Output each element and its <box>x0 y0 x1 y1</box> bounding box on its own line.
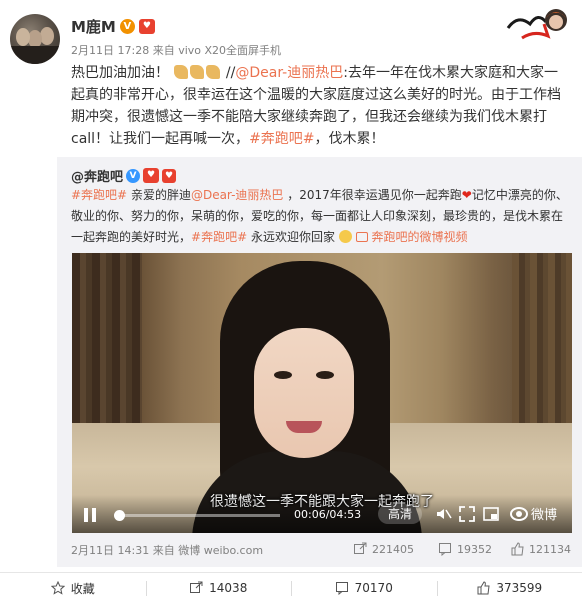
video-player[interactable]: 很遗憾这一季不能跟大家一起奔跑了 00:06/04:53 高清 <box>72 253 572 533</box>
fullscreen-icon[interactable] <box>458 505 476 523</box>
repost-count: 14038 <box>209 581 248 595</box>
verified-badge-icon[interactable]: V <box>119 19 135 34</box>
repost-text-4: 永远欢迎你回家 <box>247 230 335 244</box>
quality-button[interactable]: 高清 <box>378 504 422 524</box>
like-icon <box>477 581 490 595</box>
video-link-icon <box>355 232 368 242</box>
repost-text: #奔跑吧# 亲爱的胖迪@Dear-迪丽热巴 ，2017年很幸运遇见你一起奔跑❤记… <box>71 185 571 248</box>
like-icon <box>511 542 524 556</box>
repost-source-prefix: 来自 <box>152 544 175 557</box>
video-person-eye <box>316 371 334 379</box>
repost-author-row: @奔跑吧 V ♥ ♥ <box>71 166 177 185</box>
share-icon <box>190 581 203 593</box>
repost-meta: 2月11日 14:31 来自 微博 weibo.com <box>71 542 571 558</box>
repost-hashtag-link[interactable]: #奔跑吧# <box>71 188 127 202</box>
pip-icon[interactable] <box>482 505 500 523</box>
video-controls: 00:06/04:53 高清 微博 <box>72 495 572 533</box>
repost-likes[interactable]: 121134 <box>510 542 571 556</box>
post-date[interactable]: 2月11日 17:28 <box>71 44 149 57</box>
repost-mention-link[interactable]: @Dear-迪丽热巴 <box>191 188 283 202</box>
repost-shares-count: 221405 <box>372 542 414 556</box>
corner-badge-icon <box>506 9 567 40</box>
repost-comments[interactable]: 19352 <box>438 542 492 556</box>
action-bar: 收藏 14038 70170 373599 <box>0 572 582 603</box>
post-source-prefix: 来自 <box>152 44 175 57</box>
verified-blue-badge-icon[interactable]: V <box>126 168 141 183</box>
comment-count: 70170 <box>354 581 393 595</box>
muscle-emoji-icon <box>206 65 221 79</box>
pause-icon[interactable] <box>84 508 96 522</box>
repost-likes-count: 121134 <box>529 542 571 556</box>
muscle-emoji-icon <box>174 65 189 79</box>
repost-comments-count: 19352 <box>457 542 492 556</box>
repost-text-2: ，2017年很幸运遇见你一起奔跑 <box>283 188 462 202</box>
repost-card: @奔跑吧 V ♥ ♥ #奔跑吧# 亲爱的胖迪@Dear-迪丽热巴 ，2017年很… <box>57 157 582 567</box>
share-icon <box>354 542 367 554</box>
favorite-button[interactable]: 收藏 <box>0 573 146 603</box>
mute-icon[interactable] <box>434 505 452 523</box>
like-button[interactable]: 373599 <box>436 573 582 603</box>
repost-source[interactable]: 微博 weibo.com <box>178 544 263 557</box>
video-progress-knob[interactable] <box>114 510 126 521</box>
red-badge-icon[interactable]: ♥ <box>162 168 177 183</box>
video-progress-bar[interactable] <box>114 510 280 521</box>
post-text: 热巴加油加油！ //@Dear-迪丽热巴:去年一年在伐木累大家庭和大家一起真的非… <box>71 62 569 150</box>
weibo-eye-icon <box>510 506 528 521</box>
video-source-link[interactable]: 奔跑吧的微博视频 <box>371 230 467 244</box>
post-text-slashes: // <box>225 65 236 81</box>
repost-text-1: 亲爱的胖迪 <box>127 188 191 202</box>
video-person-face <box>254 328 354 458</box>
hashtag-link[interactable]: #奔跑吧# <box>249 131 314 147</box>
repost-date[interactable]: 2月11日 14:31 <box>71 544 149 557</box>
comment-icon <box>335 582 348 595</box>
post-meta: 2月11日 17:28 来自 vivo X20全面屏手机 <box>71 42 281 58</box>
comment-button[interactable]: 70170 <box>291 573 437 603</box>
video-person-eye <box>274 371 292 379</box>
repost-hashtag-link-2[interactable]: #奔跑吧# <box>191 230 247 244</box>
weibo-brand-text: 微博 <box>531 508 558 523</box>
muscle-emoji-icon <box>190 65 205 79</box>
author-avatar[interactable] <box>10 14 60 64</box>
favorite-label: 收藏 <box>70 581 95 596</box>
like-count: 373599 <box>496 581 543 595</box>
repost-button[interactable]: 14038 <box>145 573 292 603</box>
video-time: 00:06/04:53 <box>294 508 362 521</box>
comment-icon <box>439 543 451 556</box>
repost-shares[interactable]: 221405 <box>353 542 414 556</box>
smile-emoji-icon <box>338 230 352 243</box>
post-text-tail: ，伐木累！ <box>314 131 385 147</box>
post-source[interactable]: vivo X20全面屏手机 <box>178 44 281 57</box>
post-author-name[interactable]: M鹿M <box>71 16 116 37</box>
mention-link[interactable]: @Dear-迪丽热巴 <box>235 65 343 81</box>
weibo-logo[interactable]: 微博 <box>510 504 557 523</box>
post-text-lead: 热巴加油加油！ <box>71 65 169 81</box>
fan-badge-icon[interactable]: ♥ <box>138 19 155 34</box>
post-author-row: M鹿M V ♥ <box>71 16 155 37</box>
fan-badge-icon[interactable]: ♥ <box>143 168 160 183</box>
repost-author-name[interactable]: @奔跑吧 <box>71 166 123 185</box>
heart-emoji-icon: ❤ <box>461 188 472 202</box>
star-icon <box>50 581 65 595</box>
